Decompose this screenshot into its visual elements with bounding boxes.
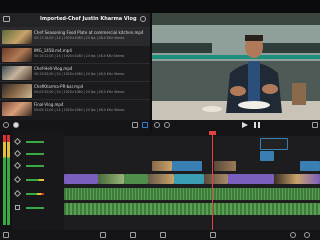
track-level	[26, 207, 44, 209]
record-icon[interactable]	[13, 122, 19, 128]
track-level	[26, 193, 44, 195]
timeline-ruler[interactable]	[64, 131, 320, 136]
track-header[interactable]	[12, 137, 64, 147]
video-viewer[interactable]	[152, 13, 320, 120]
grid-icon[interactable]	[132, 122, 138, 128]
track-header[interactable]	[12, 175, 64, 185]
settings-icon[interactable]	[3, 122, 9, 128]
track-header[interactable]	[12, 149, 64, 159]
track-header[interactable]	[12, 203, 64, 213]
timeline-clip[interactable]	[148, 174, 174, 184]
eye-icon[interactable]	[13, 149, 22, 158]
eye-icon[interactable]	[13, 161, 22, 170]
track-level	[26, 165, 44, 167]
track-level	[26, 153, 44, 155]
list-item[interactable]: Chef Seasoning Food Plate at commercial …	[0, 27, 150, 46]
fullscreen-icon[interactable]	[312, 122, 318, 128]
timeline-sidebar	[0, 131, 12, 230]
speaker-icon[interactable]	[15, 205, 20, 210]
list-item[interactable]: ChefKharma-PR-bar.mp4 00:03:20;00 | 24 |…	[0, 81, 150, 100]
audio-meter	[7, 135, 10, 225]
list-item[interactable]: Chef-Hell-Vlog.mp4 00:13:05;00 | 24 | 19…	[0, 63, 150, 82]
clip-meta: 00:13:05;00 | 24 | 1920×1080 | 24 fps | …	[34, 72, 125, 76]
timeline-clip[interactable]	[300, 161, 320, 171]
browser-title: Imported-Chef Justin Kharma Vlog	[40, 16, 137, 22]
viewer-settings-icon[interactable]	[154, 122, 160, 128]
undo-icon[interactable]	[290, 232, 296, 238]
timeline-clip[interactable]	[204, 174, 228, 184]
clip-meta: 00:15:21;00 | 24 | 1920×1080 | 24 fps | …	[34, 54, 125, 58]
playhead[interactable]	[212, 131, 213, 230]
list-icon[interactable]	[142, 122, 148, 128]
clip-thumbnail	[2, 84, 32, 98]
timeline-clip[interactable]	[124, 174, 148, 184]
track-level	[26, 179, 44, 181]
info-icon[interactable]	[164, 122, 170, 128]
eye-icon[interactable]	[13, 175, 22, 184]
video-frame	[152, 13, 320, 120]
clip-title: Chef-Hell-Vlog.mp4	[34, 66, 73, 71]
clip-thumbnail	[2, 30, 32, 44]
timeline-clip[interactable]	[274, 174, 320, 184]
timeline-clip[interactable]	[172, 161, 202, 171]
clip-thumbnail	[2, 66, 32, 80]
clip-thumbnail	[2, 48, 32, 62]
status-bar	[0, 0, 320, 13]
clip-title: Final-Vlog.mp4	[34, 102, 64, 107]
clip-thumbnail	[2, 102, 32, 116]
audio-clip[interactable]	[64, 188, 320, 200]
clip-title: IMG_1458.m4.mp4	[34, 48, 72, 53]
info-icon[interactable]	[140, 16, 146, 22]
timeline-clip[interactable]	[260, 138, 288, 150]
timeline-clip[interactable]	[260, 151, 274, 161]
list-item[interactable]: IMG_1458.m4.mp4 00:15:21;00 | 24 | 1920×…	[0, 45, 150, 64]
browser-header: Imported-Chef Justin Kharma Vlog	[0, 13, 150, 27]
clip-meta: 00:03:20;00 | 24 | 1920×1080 | 24 fps | …	[34, 90, 125, 94]
eye-icon[interactable]	[13, 137, 22, 146]
split-icon[interactable]	[130, 232, 136, 238]
timeline-clip[interactable]	[228, 174, 274, 184]
timeline-clip[interactable]	[174, 174, 204, 184]
viewer-toolbar	[152, 120, 320, 131]
timeline-clip[interactable]	[64, 174, 98, 184]
eye-icon[interactable]	[13, 189, 22, 198]
trash-icon[interactable]	[3, 232, 9, 238]
browser-toolbar	[0, 120, 150, 131]
folder-icon[interactable]	[3, 16, 10, 22]
timeline-clip[interactable]	[98, 174, 124, 184]
audio-meter	[3, 135, 6, 225]
bottom-toolbar	[0, 230, 320, 240]
audio-icon[interactable]	[160, 232, 166, 238]
scissors-icon[interactable]	[210, 232, 216, 238]
playhead-handle[interactable]	[209, 131, 216, 135]
list-item[interactable]: Final-Vlog.mp4 00:09:12;00 | 24 | 1920×1…	[0, 99, 150, 118]
track-header[interactable]	[12, 189, 64, 199]
clip-title: Chef Seasoning Food Plate at commercial …	[34, 30, 144, 35]
play-icon[interactable]	[242, 122, 248, 128]
track-level	[26, 141, 44, 143]
track-header[interactable]	[12, 161, 64, 171]
pause-icon[interactable]	[254, 122, 260, 128]
add-icon[interactable]	[100, 232, 106, 238]
timeline-clip[interactable]	[152, 161, 172, 171]
clip-title: ChefKharma-PR-bar.mp4	[34, 84, 84, 89]
timeline-clip[interactable]	[214, 161, 236, 171]
timeline[interactable]	[64, 131, 320, 230]
clip-meta: 00:09:12;00 | 24 | 1920×1080 | 24 fps | …	[34, 108, 125, 112]
media-browser: Chef Seasoning Food Plate at commercial …	[0, 27, 150, 120]
redo-icon[interactable]	[304, 232, 310, 238]
audio-clip[interactable]	[64, 203, 320, 215]
clip-meta: 00:17:16;00 | 24 | 1920×1080 | 24 fps | …	[34, 36, 125, 40]
